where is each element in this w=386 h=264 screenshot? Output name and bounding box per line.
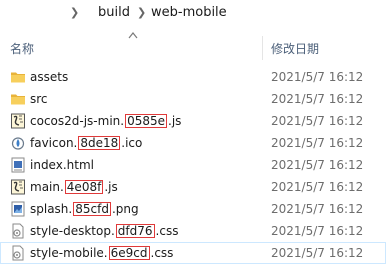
css-file-icon [12, 223, 24, 239]
html-file-icon [11, 157, 25, 173]
css-file-icon [12, 245, 24, 261]
column-divider[interactable] [262, 36, 263, 60]
list-item[interactable]: favicon. 8de18 .ico 2021/5/7 16:12 [0, 132, 386, 154]
file-name: main. 4e08f .js [30, 180, 118, 194]
hash-highlight: 8de18 [78, 136, 121, 150]
list-item[interactable]: assets 2021/5/7 16:12 [0, 66, 386, 88]
file-list: assets 2021/5/7 16:12 src 2021/5/7 16:12… [0, 66, 386, 264]
file-modified-date: 2021/5/7 16:12 [271, 70, 364, 84]
file-name: splash. 85cfd .png [30, 202, 139, 216]
file-modified-date: 2021/5/7 16:12 [271, 158, 364, 172]
file-name: src [30, 92, 48, 106]
file-modified-date: 2021/5/7 16:12 [271, 202, 364, 216]
hash-highlight: 85cfd [73, 202, 111, 216]
list-item[interactable]: style-desktop. dfd76 .css 2021/5/7 16:12 [0, 220, 386, 242]
file-modified-date: 2021/5/7 16:12 [271, 136, 364, 150]
breadcrumb-item-build[interactable]: build [98, 5, 130, 21]
list-item[interactable]: style-mobile. 6e9cd .css 2021/5/7 16:12 [0, 242, 386, 264]
file-name: style-desktop. dfd76 .css [30, 224, 179, 238]
file-name: assets [30, 70, 69, 84]
column-header-modified[interactable]: 修改日期 [271, 42, 319, 60]
script-file-icon [11, 113, 25, 129]
breadcrumb-item-web-mobile[interactable]: web-mobile [151, 5, 227, 21]
file-name: cocos2d-js-min. 0585e .js [30, 114, 182, 128]
column-header-name[interactable]: 名称 [10, 42, 34, 60]
favicon-file-icon [11, 137, 25, 150]
file-modified-date: 2021/5/7 16:12 [271, 180, 364, 194]
file-modified-date: 2021/5/7 16:12 [271, 92, 364, 106]
list-item[interactable]: splash. 85cfd .png 2021/5/7 16:12 [0, 198, 386, 220]
breadcrumb: ❯ build ❯ web-mobile [0, 0, 386, 28]
file-name: style-mobile. 6e9cd .css [30, 246, 174, 260]
list-item[interactable]: cocos2d-js-min. 0585e .js 2021/5/7 16:12 [0, 110, 386, 132]
file-modified-date: 2021/5/7 16:12 [271, 114, 364, 128]
list-item[interactable]: src 2021/5/7 16:12 [0, 88, 386, 110]
folder-icon [11, 72, 25, 83]
hash-highlight: 6e9cd [108, 246, 150, 260]
image-file-icon [11, 201, 25, 217]
sort-ascending-icon [128, 32, 138, 39]
list-item[interactable]: index.html 2021/5/7 16:12 [0, 154, 386, 176]
list-item[interactable]: main. 4e08f .js 2021/5/7 16:12 [0, 176, 386, 198]
file-modified-date: 2021/5/7 16:12 [271, 224, 364, 238]
hash-highlight: dfd76 [115, 224, 155, 238]
hash-highlight: 4e08f [64, 180, 104, 194]
folder-icon [11, 94, 25, 105]
file-name: index.html [30, 158, 94, 172]
chevron-right-icon[interactable]: ❯ [70, 6, 79, 20]
file-modified-date: 2021/5/7 16:12 [271, 246, 364, 260]
chevron-right-icon[interactable]: ❯ [137, 6, 146, 20]
file-name: favicon. 8de18 .ico [30, 136, 143, 150]
script-file-icon [11, 179, 25, 195]
hash-highlight: 0585e [125, 114, 167, 128]
